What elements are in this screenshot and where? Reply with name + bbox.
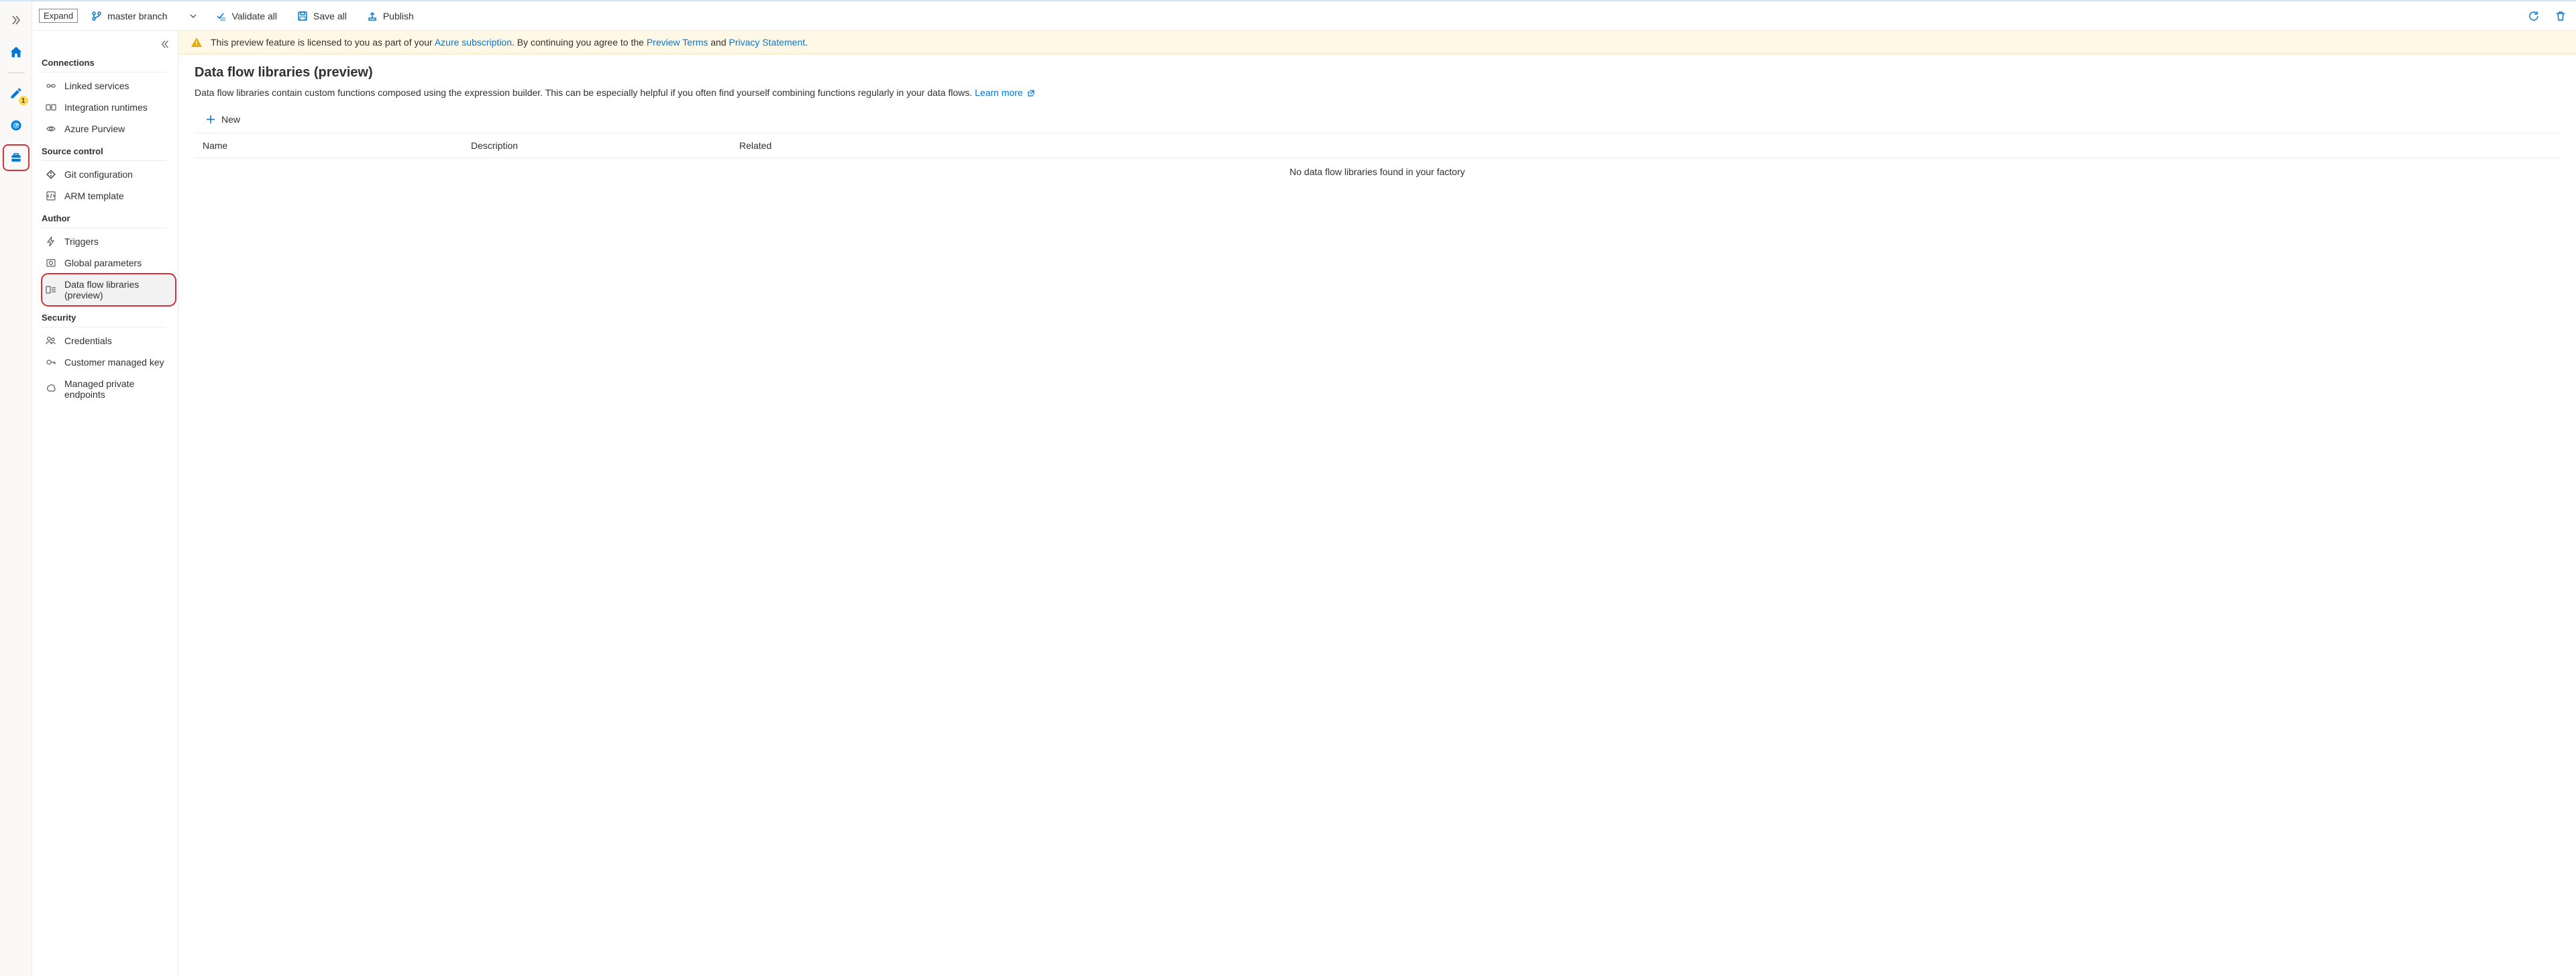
branch-icon <box>91 11 102 21</box>
branch-selector[interactable]: master branch <box>87 8 201 24</box>
new-button[interactable]: New <box>199 110 247 129</box>
git-icon <box>46 169 56 180</box>
rail-monitor-button[interactable] <box>3 112 30 139</box>
sidebar-item-credentials[interactable]: Credentials <box>42 330 176 351</box>
sidebar-item-label: Azure Purview <box>64 123 125 134</box>
column-description[interactable]: Description <box>471 140 739 151</box>
sidebar-item-label: Credentials <box>64 335 112 346</box>
home-icon <box>9 45 23 60</box>
group-source-control-title: Source control <box>42 140 178 160</box>
libraries-table: Name Description Related No data flow li… <box>195 133 2560 185</box>
publish-label: Publish <box>383 11 414 21</box>
gauge-icon <box>9 119 23 132</box>
rail-home-button[interactable] <box>3 39 30 66</box>
sidebar-item-label: Global parameters <box>64 258 142 268</box>
save-icon <box>297 11 308 21</box>
left-rail: 1 <box>0 1 32 976</box>
column-name[interactable]: Name <box>203 140 471 151</box>
plus-icon <box>205 114 216 125</box>
chevron-double-right-icon <box>11 15 21 25</box>
chevron-down-icon <box>189 12 197 20</box>
trigger-icon <box>46 236 56 247</box>
sidebar-item-managed-private-endpoints[interactable]: Managed private endpoints <box>42 373 176 405</box>
sidebar-item-label: Integration runtimes <box>64 102 148 113</box>
publish-button[interactable]: Publish <box>362 8 419 24</box>
sidebar-item-label: Customer managed key <box>64 357 164 368</box>
page-description: Data flow libraries contain custom funct… <box>195 87 2560 98</box>
warning-icon <box>191 36 203 48</box>
sidebar-item-label: Triggers <box>64 236 99 247</box>
external-link-icon <box>1027 89 1035 97</box>
sidebar-item-azure-purview[interactable]: Azure Purview <box>42 118 176 140</box>
new-button-label: New <box>221 114 240 125</box>
params-icon <box>46 258 56 268</box>
table-header-row: Name Description Related <box>195 133 2560 158</box>
sidebar-item-global-parameters[interactable]: Global parameters <box>42 252 176 274</box>
banner-privacy-statement-link[interactable]: Privacy Statement <box>729 37 806 48</box>
learn-more-link[interactable]: Learn more <box>975 87 1034 98</box>
content-area: This preview feature is licensed to you … <box>178 31 2576 976</box>
sidebar-item-git-configuration[interactable]: Git configuration <box>42 164 176 185</box>
banner-preview-terms-link[interactable]: Preview Terms <box>647 37 708 48</box>
endpoint-icon <box>46 384 56 394</box>
branch-label: master branch <box>107 11 167 21</box>
settings-sidebar: Connections Linked services Integration … <box>32 31 178 976</box>
banner-azure-subscription-link[interactable]: Azure subscription <box>435 37 512 48</box>
trash-icon <box>2555 10 2567 22</box>
sidebar-item-label: ARM template <box>64 191 124 201</box>
rail-manage-button[interactable] <box>3 144 30 171</box>
publish-icon <box>367 11 378 21</box>
validate-all-label: Validate all <box>232 11 277 21</box>
linked-icon <box>46 80 56 91</box>
expand-button[interactable]: Expand <box>39 9 78 23</box>
group-security-title: Security <box>42 306 178 327</box>
author-badge: 1 <box>19 96 28 105</box>
key-icon <box>46 357 56 368</box>
sidebar-item-triggers[interactable]: Triggers <box>42 231 176 252</box>
ir-icon <box>46 102 56 113</box>
sidebar-item-label: Git configuration <box>64 169 133 180</box>
cred-icon <box>46 335 56 346</box>
dfl-icon <box>46 284 56 295</box>
sidebar-item-label: Linked services <box>64 80 129 91</box>
sidebar-item-data-flow-libraries[interactable]: Data flow libraries (preview) <box>42 274 176 306</box>
collapse-sidebar-button[interactable] <box>158 38 172 51</box>
refresh-icon <box>2528 10 2540 22</box>
sidebar-item-customer-managed-key[interactable]: Customer managed key <box>42 351 176 373</box>
rail-expand-button[interactable] <box>3 7 30 34</box>
preview-banner: This preview feature is licensed to you … <box>178 31 2576 54</box>
save-all-button[interactable]: Save all <box>292 8 352 24</box>
group-connections-title: Connections <box>42 51 178 72</box>
table-empty-message: No data flow libraries found in your fac… <box>195 158 2560 185</box>
group-author-title: Author <box>42 207 178 227</box>
arm-icon <box>46 191 56 201</box>
rail-author-button[interactable]: 1 <box>3 80 30 107</box>
checklist-icon <box>216 11 227 21</box>
sidebar-item-label: Data flow libraries (preview) <box>64 279 172 301</box>
page-title: Data flow libraries (preview) <box>195 65 2560 80</box>
sidebar-item-label: Managed private endpoints <box>64 378 172 400</box>
discard-button[interactable] <box>2552 7 2569 25</box>
validate-all-button[interactable]: Validate all <box>211 8 282 24</box>
toolbar: Expand master branch Validate all Save a… <box>32 1 2576 31</box>
save-all-label: Save all <box>313 11 347 21</box>
purview-icon <box>46 123 56 134</box>
sidebar-item-linked-services[interactable]: Linked services <box>42 75 176 97</box>
toolbox-icon <box>9 151 23 164</box>
refresh-button[interactable] <box>2525 7 2542 25</box>
column-related[interactable]: Related <box>739 140 2552 151</box>
sidebar-item-arm-template[interactable]: ARM template <box>42 185 176 207</box>
sidebar-item-integration-runtimes[interactable]: Integration runtimes <box>42 97 176 118</box>
chevron-double-left-icon <box>160 40 170 49</box>
banner-text: This preview feature is licensed to you … <box>211 37 808 48</box>
